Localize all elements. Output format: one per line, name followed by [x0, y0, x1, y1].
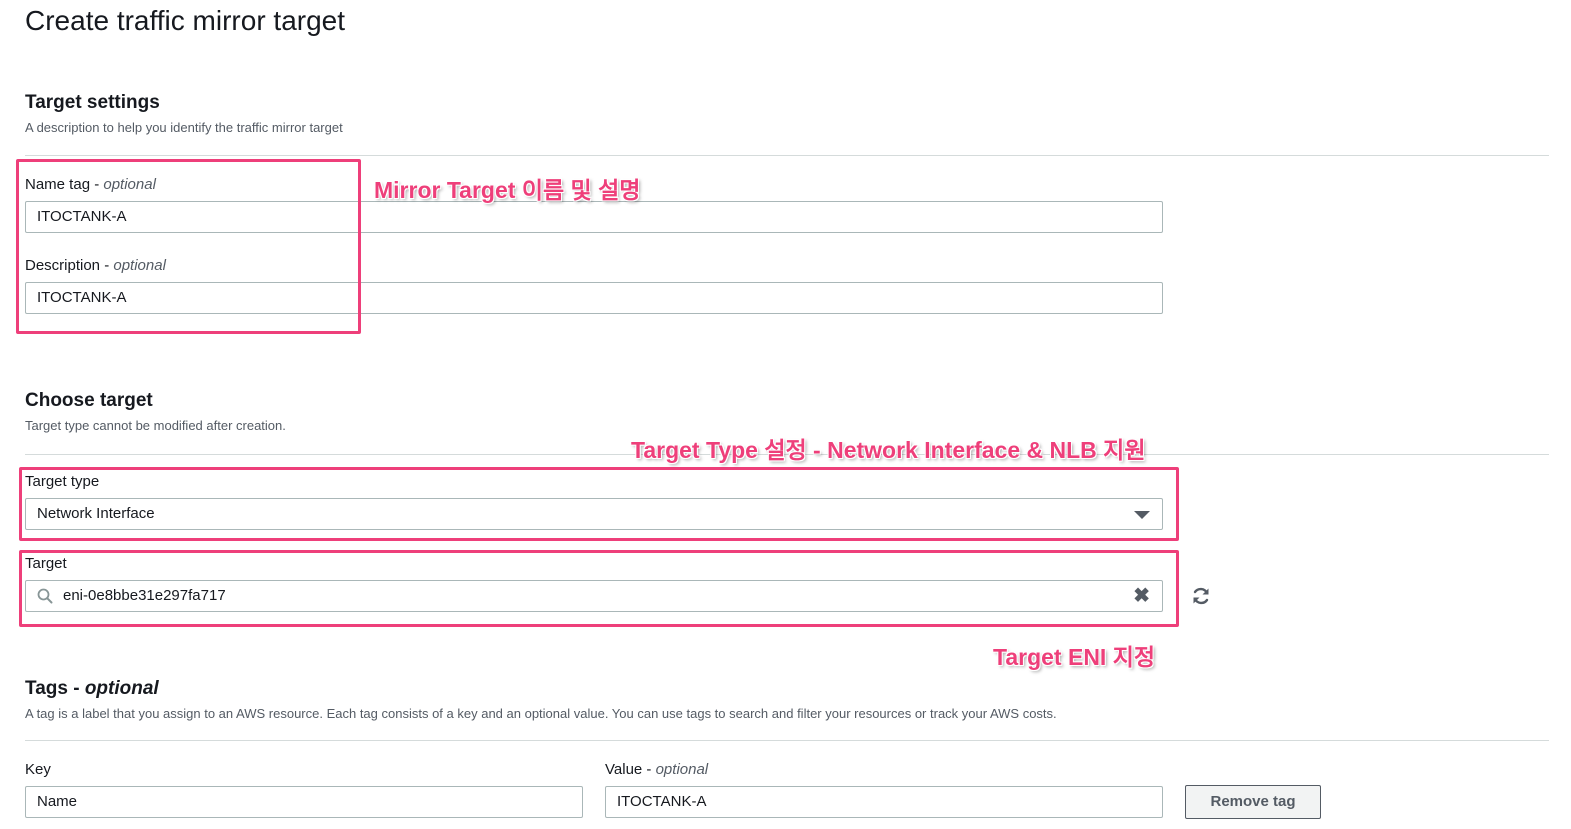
annotation-target-type: Target Type 설정 - Network Interface & NLB… — [631, 437, 1146, 463]
target-settings-description: A description to help you identify the t… — [25, 120, 343, 135]
page-title: Create traffic mirror target — [25, 5, 346, 36]
choose-target-title: Choose target — [25, 390, 153, 411]
choose-target-description: Target type cannot be modified after cre… — [25, 418, 286, 433]
refresh-icon[interactable] — [1190, 585, 1212, 607]
tag-key-input[interactable]: Name — [25, 786, 583, 818]
target-settings-title: Target settings — [25, 92, 160, 113]
section-divider — [25, 155, 1549, 156]
tags-description: A tag is a label that you assign to an A… — [25, 706, 1057, 721]
section-divider — [25, 740, 1549, 741]
highlight-target-type — [19, 467, 1179, 541]
annotation-name-description: Mirror Target 이름 및 설명 — [374, 177, 641, 203]
remove-tag-button[interactable]: Remove tag — [1185, 785, 1321, 819]
annotation-target-eni: Target ENI 지정 — [993, 644, 1156, 670]
tag-value-label: Value - optional — [605, 761, 709, 778]
tag-key-label: Key — [25, 761, 51, 778]
tag-value-input[interactable]: ITOCTANK-A — [605, 786, 1163, 818]
tags-title: Tags - optional — [25, 678, 159, 699]
highlight-target — [19, 550, 1179, 627]
highlight-name-description — [16, 159, 361, 334]
